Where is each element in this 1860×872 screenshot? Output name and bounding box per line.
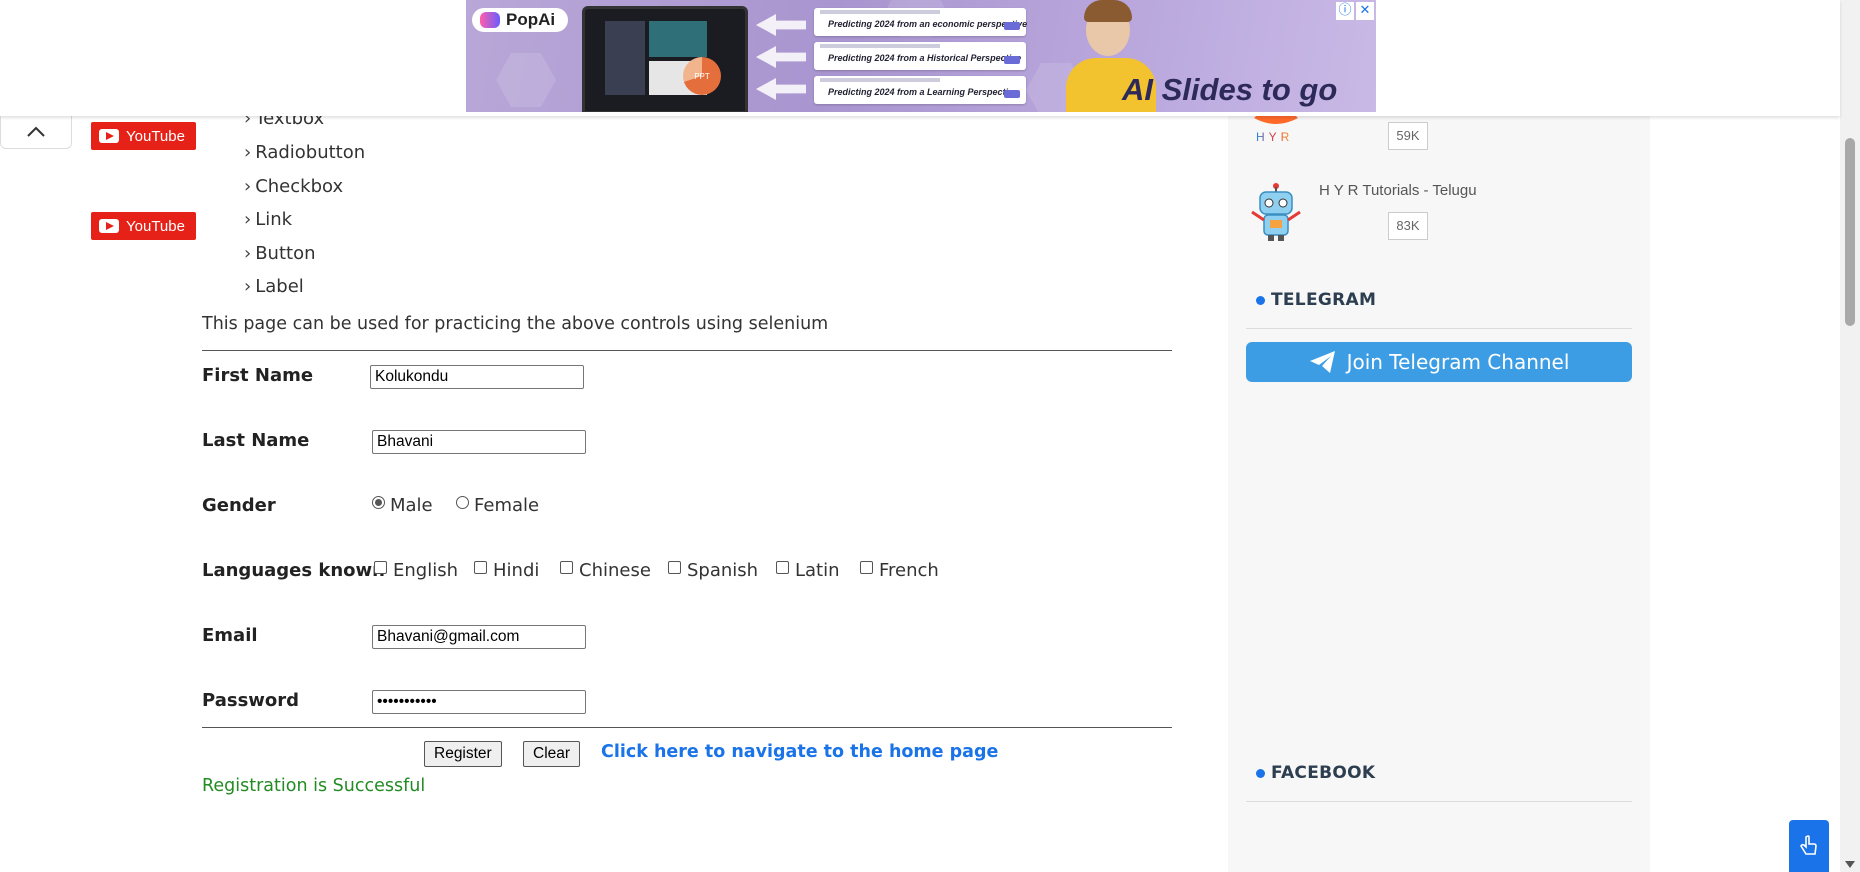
success-message: Registration is Successful (202, 776, 426, 796)
ad-strip: PopAi PPT Predicting 2024 from an econom… (0, 0, 1840, 116)
last-name-input[interactable] (372, 430, 586, 454)
language-option-latin[interactable]: Latin (776, 560, 840, 581)
subscriber-count-2: 83K (1388, 212, 1428, 240)
page-scrollbar[interactable] (1840, 0, 1860, 872)
latin-checkbox[interactable] (776, 561, 789, 574)
last-name-label: Last Name (202, 430, 310, 451)
spanish-checkbox[interactable] (668, 561, 681, 574)
ad-slogan: AI Slides to go (1122, 72, 1338, 107)
password-input[interactable] (372, 690, 586, 714)
divider-bottom (202, 727, 1172, 728)
language-option-spanish[interactable]: Spanish (668, 560, 758, 581)
ad-info-icon[interactable]: ⓘ (1336, 2, 1354, 20)
gender-label: Gender (202, 495, 276, 516)
youtube-play-icon (99, 219, 119, 233)
channel-name-telugu[interactable]: H Y R Tutorials - Telugu (1319, 182, 1477, 199)
join-telegram-button[interactable]: Join Telegram Channel (1246, 342, 1632, 382)
arrow-left-icon (756, 78, 806, 100)
chevron-right-icon: › (244, 142, 252, 163)
language-option-french[interactable]: French (860, 560, 939, 581)
female-radio[interactable] (456, 496, 469, 509)
telegram-divider (1246, 328, 1632, 329)
first-name-input[interactable] (370, 365, 584, 389)
home-page-link[interactable]: Click here to navigate to the home page (601, 742, 998, 762)
languages-label: Languages known (202, 560, 385, 581)
clear-button[interactable]: Clear (523, 741, 581, 767)
ad-card-3: Predicting 2024 from a Learning Perspect… (814, 76, 1026, 104)
youtube-subscribe-button-2[interactable]: YouTube (91, 212, 196, 240)
chevron-right-icon: › (244, 276, 252, 297)
language-option-hindi[interactable]: Hindi (474, 560, 539, 581)
menu-item-label[interactable]: › Label (244, 276, 304, 297)
language-option-english[interactable]: English (374, 560, 458, 581)
gender-option-female[interactable]: Female (456, 495, 539, 516)
telegram-widget-title: TELEGRAM (1256, 290, 1376, 310)
menu-item-radiobutton[interactable]: › Radiobutton (244, 142, 365, 163)
english-checkbox[interactable] (374, 561, 387, 574)
popai-logo: PopAi (472, 8, 568, 32)
facebook-divider (1246, 801, 1632, 802)
arrow-left-icon (756, 46, 806, 68)
subscriber-count-1: 59K (1388, 122, 1428, 150)
register-button[interactable]: Register (424, 741, 502, 767)
robot-channel-logo[interactable] (1246, 182, 1306, 242)
advertisement-banner[interactable]: PopAi PPT Predicting 2024 from an econom… (466, 0, 1376, 112)
password-label: Password (202, 690, 300, 711)
intro-text: This page can be used for practicing the… (202, 314, 829, 334)
youtube-subscribe-button-1[interactable]: YouTube (91, 122, 196, 150)
bullet-dot-icon (1256, 295, 1265, 305)
popai-mark-icon (480, 12, 500, 28)
arrow-left-icon (756, 14, 806, 36)
bullet-dot-icon (1256, 768, 1265, 778)
language-option-chinese[interactable]: Chinese (560, 560, 651, 581)
scrollbar-thumb[interactable] (1845, 138, 1855, 326)
email-label: Email (202, 625, 258, 646)
ad-card-2: Predicting 2024 from a Historical Perspe… (814, 42, 1026, 70)
floating-action-button[interactable] (1789, 820, 1829, 872)
laptop-illustration: PPT (582, 6, 748, 112)
chevron-up-icon (27, 126, 45, 137)
scroll-down-arrow-icon[interactable] (1845, 861, 1855, 868)
collapse-ad-button[interactable] (0, 116, 72, 149)
facebook-widget-title: FACEBOOK (1256, 763, 1375, 783)
chevron-right-icon: › (244, 209, 252, 230)
ad-card-1: Predicting 2024 from an economic perspec… (814, 8, 1027, 36)
first-name-label: First Name (202, 365, 314, 386)
pointer-hand-icon (1800, 835, 1817, 855)
chevron-right-icon: › (244, 243, 252, 264)
youtube-play-icon (99, 129, 119, 143)
male-radio[interactable] (372, 496, 385, 509)
french-checkbox[interactable] (860, 561, 873, 574)
telegram-plane-icon (1309, 351, 1335, 373)
email-input[interactable] (372, 625, 586, 649)
chinese-checkbox[interactable] (560, 561, 573, 574)
gender-option-male[interactable]: Male (372, 495, 433, 516)
menu-item-link[interactable]: › Link (244, 209, 292, 230)
hindi-checkbox[interactable] (474, 561, 487, 574)
chevron-right-icon: › (244, 176, 252, 197)
menu-item-button[interactable]: › Button (244, 243, 316, 264)
menu-item-checkbox[interactable]: › Checkbox (244, 176, 343, 197)
ad-close-icon[interactable]: ✕ (1356, 2, 1374, 20)
divider-top (202, 350, 1172, 351)
